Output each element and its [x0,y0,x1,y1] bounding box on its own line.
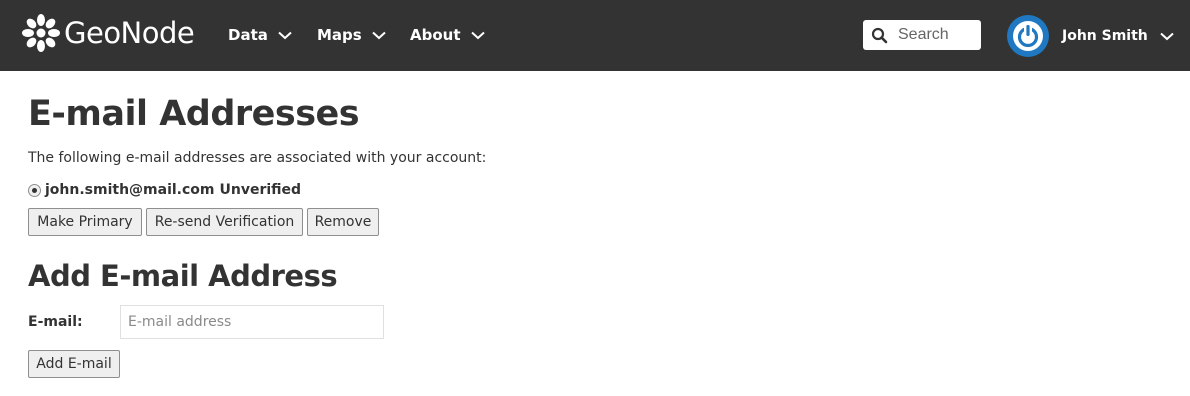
top-navbar: GeoNode Data Maps About John Smith [0,0,1190,71]
chevron-down-icon [1160,32,1174,40]
email-field[interactable] [120,305,384,339]
nav-menu-maps[interactable]: Maps [317,24,386,46]
email-address: john.smith@mail.com [45,182,215,198]
resend-verification-button[interactable]: Re-send Verification [146,208,303,236]
search-box[interactable] [863,20,981,50]
add-email-heading: Add E-mail Address [28,259,338,293]
nav-menu-maps-label: Maps [317,26,362,44]
remove-button[interactable]: Remove [307,208,379,236]
email-list-item[interactable]: john.smith@mail.com Unverified [28,182,301,198]
email-radio-button[interactable] [28,183,41,197]
brand-name: GeoNode [64,16,195,50]
search-icon [871,27,888,43]
user-avatar-icon[interactable] [1007,15,1049,57]
user-name-label: John Smith [1062,28,1148,44]
chevron-down-icon [372,31,386,39]
add-email-button[interactable]: Add E-mail [28,350,120,378]
email-field-label: E-mail: [28,314,83,330]
page-description: The following e-mail addresses are assoc… [28,150,487,166]
geonode-logo-icon [22,14,60,52]
radio-selected-dot [32,187,37,193]
user-menu[interactable]: John Smith [1062,25,1174,47]
chevron-down-icon [470,31,485,39]
brand-logo[interactable]: GeoNode [20,11,195,55]
page-title: E-mail Addresses [28,94,360,134]
make-primary-button[interactable]: Make Primary [28,208,142,236]
nav-menu-about[interactable]: About [410,24,485,46]
nav-menu-data-label: Data [228,26,268,44]
nav-menu-data[interactable]: Data [228,24,292,46]
chevron-down-icon [278,31,292,39]
email-status-badge: Unverified [219,182,302,198]
search-input[interactable] [898,26,978,44]
nav-menu-about-label: About [410,26,461,44]
